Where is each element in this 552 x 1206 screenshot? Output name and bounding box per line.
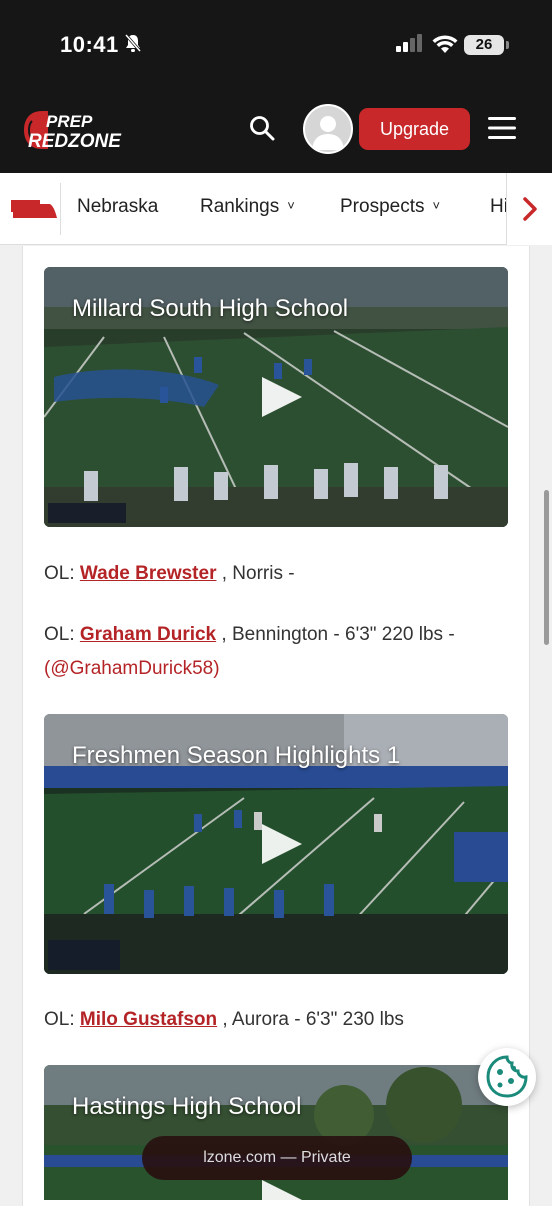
video-title: Hastings High School — [72, 1093, 302, 1120]
chevron-down-icon: ˅ — [287, 198, 295, 213]
cookie-icon — [486, 1055, 528, 1098]
player-entry: OL: Graham Durick , Bennington - 6'3" 22… — [44, 618, 514, 686]
user-avatar[interactable] — [303, 104, 353, 154]
player-details: , Aurora - 6'3" 230 lbs — [222, 1009, 404, 1030]
status-time: 10:41 — [60, 32, 119, 57]
section-nav: Nebraska Rankings ˅ Prospects ˅ Hi — [0, 173, 552, 245]
nav-item-label: Prospects — [340, 196, 425, 217]
chevron-right-icon — [523, 197, 537, 221]
nav-item-nebraska[interactable]: Nebraska — [77, 196, 158, 218]
cookie-settings-button[interactable] — [478, 1048, 536, 1106]
avatar-placeholder-icon — [305, 106, 351, 152]
position-label: OL: — [44, 1009, 75, 1030]
position-label: OL: — [44, 624, 75, 645]
position-label: OL: — [44, 563, 75, 584]
player-entry: OL: Wade Brewster , Norris - — [44, 557, 514, 591]
status-bar: 10:41 26 — [0, 0, 552, 90]
play-icon[interactable] — [260, 1178, 304, 1200]
video-title: Millard South High School — [72, 295, 349, 322]
logo-bottom-text: REDZONE — [28, 131, 122, 152]
nebraska-state-icon[interactable] — [10, 198, 58, 220]
nav-divider — [60, 183, 61, 235]
wifi-icon — [432, 35, 458, 53]
player-link[interactable]: Graham Durick — [80, 624, 216, 645]
twitter-handle-link[interactable]: (@GrahamDurick58) — [44, 658, 220, 679]
hamburger-menu-icon[interactable] — [488, 116, 516, 140]
play-icon[interactable] — [260, 822, 304, 866]
scroll-indicator[interactable] — [544, 490, 549, 645]
chevron-down-icon: ˅ — [432, 198, 441, 213]
player-link[interactable]: Wade Brewster — [80, 563, 217, 584]
player-details: , Norris - — [221, 563, 295, 584]
browser-url-bar[interactable]: lzone.com — Private — [142, 1136, 412, 1180]
player-link[interactable]: Milo Gustafson — [80, 1009, 217, 1030]
prep-redzone-logo[interactable]: PREP REDZONE — [22, 107, 146, 153]
player-entry: OL: Milo Gustafson , Aurora - 6'3" 230 l… — [44, 1003, 514, 1037]
upgrade-button[interactable]: Upgrade — [359, 108, 470, 150]
nav-item-rankings[interactable]: Rankings ˅ — [200, 196, 295, 218]
play-icon[interactable] — [260, 375, 304, 419]
cell-signal-icon — [396, 34, 422, 52]
nav-item-prospects[interactable]: Prospects ˅ — [340, 196, 440, 218]
video-title: Freshmen Season Highlights 1 — [72, 742, 401, 769]
search-icon[interactable] — [248, 114, 276, 142]
nav-item-label: Nebraska — [77, 196, 159, 217]
nav-item-label: Rankings — [200, 196, 280, 217]
logo-top-text: PREP — [46, 112, 93, 131]
bell-muted-icon — [124, 34, 142, 52]
player-details: , Bennington - 6'3" 220 lbs - — [221, 624, 455, 645]
battery-indicator: 26 — [464, 35, 509, 55]
scroll-right-button[interactable] — [506, 173, 552, 245]
video-player[interactable]: Millard South High School — [44, 267, 508, 527]
video-player[interactable]: Freshmen Season Highlights 1 — [44, 714, 508, 974]
